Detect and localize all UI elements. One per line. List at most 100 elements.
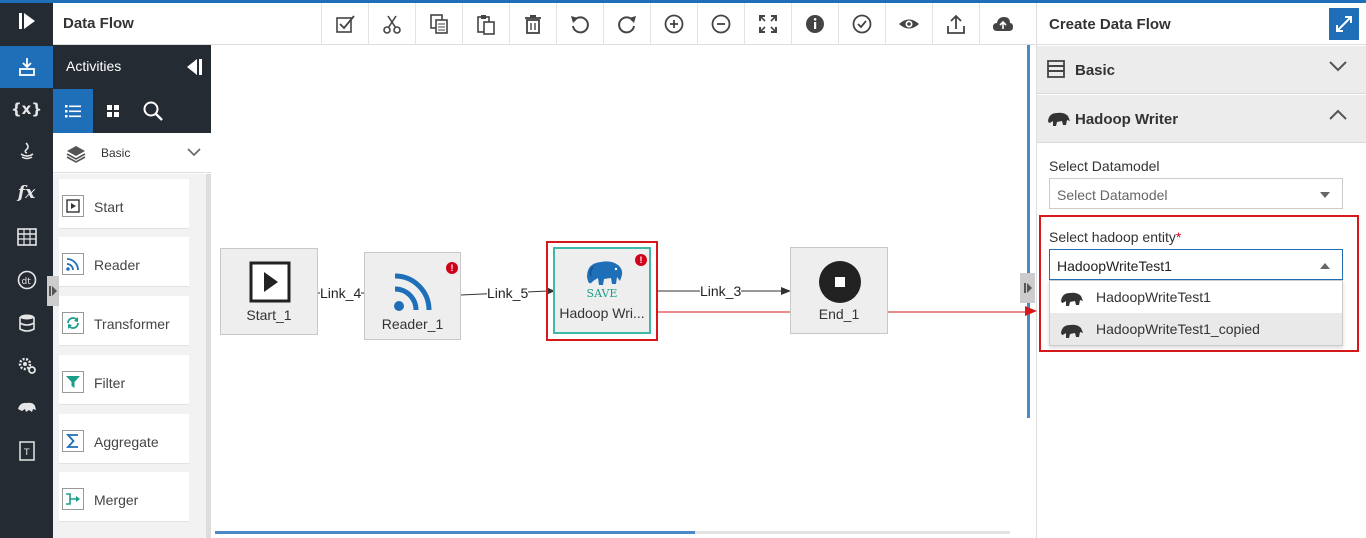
save-badge: SAVE xyxy=(586,287,618,300)
dataflow-nav-icon[interactable] xyxy=(0,46,53,88)
grid-icon xyxy=(107,105,119,117)
link-4-label[interactable]: Link_4 xyxy=(320,285,362,301)
java-nav-icon[interactable] xyxy=(0,130,53,172)
expand-right-icon xyxy=(49,286,57,296)
fit-screen-button[interactable] xyxy=(744,3,791,45)
datatype-nav-icon[interactable]: dt xyxy=(0,259,53,301)
activity-item-start[interactable]: Start xyxy=(59,179,189,229)
zoom-in-button[interactable] xyxy=(650,3,697,45)
deploy-button[interactable] xyxy=(979,3,1026,45)
canvas-scroll-thumb[interactable] xyxy=(215,531,695,534)
error-indicator-icon[interactable]: ! xyxy=(446,262,458,274)
chevron-down-icon xyxy=(187,148,201,157)
entity-dropdown: HadoopWriteTest1 HadoopWriteTest1_copied xyxy=(1049,280,1343,346)
export-button[interactable] xyxy=(932,3,979,45)
list-view-tab[interactable] xyxy=(53,89,93,133)
section-hadoop-writer[interactable]: Hadoop Writer xyxy=(1037,95,1366,143)
zoom-out-button[interactable] xyxy=(697,3,744,45)
main-header: Data Flow xyxy=(53,3,1035,45)
caret-down-icon xyxy=(1320,192,1330,198)
grid-view-tab[interactable] xyxy=(93,89,133,133)
entity-option[interactable]: HadoopWriteTest1 xyxy=(1050,281,1342,313)
info-button[interactable] xyxy=(791,3,838,45)
properties-panel: Create Data Flow Basic Hadoop Writer Sel… xyxy=(1025,3,1366,538)
datamodel-placeholder: Select Datamodel xyxy=(1057,187,1168,203)
node-label: Reader_1 xyxy=(381,316,444,332)
svg-text:dt: dt xyxy=(21,277,31,287)
node-end[interactable]: End_1 xyxy=(790,247,888,334)
cut-button[interactable] xyxy=(368,3,415,45)
error-indicator-icon[interactable]: ! xyxy=(635,254,647,266)
validate-button[interactable] xyxy=(321,3,368,45)
paste-button[interactable] xyxy=(462,3,509,45)
database-nav-icon[interactable] xyxy=(0,302,53,344)
template-nav-icon[interactable]: T xyxy=(0,430,53,472)
node-hadoop-writer[interactable]: SAVE ! Hadoop Wri... xyxy=(553,247,651,334)
node-start[interactable]: Start_1 xyxy=(220,248,318,335)
preview-button[interactable] xyxy=(885,3,932,45)
fullscreen-icon xyxy=(759,15,777,33)
properties-header: Create Data Flow xyxy=(1037,3,1366,45)
page-title: Data Flow xyxy=(63,15,134,32)
upload-icon xyxy=(947,14,965,34)
play-icon xyxy=(249,261,291,303)
hadoop-nav-icon[interactable] xyxy=(0,386,53,428)
collapse-panel-tab[interactable] xyxy=(1020,273,1035,303)
hadoop-elephant-icon xyxy=(587,261,623,285)
entity-select[interactable]: HadoopWriteTest1 xyxy=(1049,249,1343,280)
flow-canvas[interactable]: Start_1 ! Reader_1 SAVE ! Hadoop Wri... … xyxy=(212,45,1027,538)
chevron-up-icon xyxy=(1329,109,1347,120)
expand-activities-tab[interactable] xyxy=(47,276,59,306)
search-activities-tab[interactable] xyxy=(133,89,173,133)
info-icon xyxy=(806,15,824,33)
check-button[interactable] xyxy=(838,3,885,45)
undo-icon xyxy=(571,16,589,34)
entity-input-value[interactable]: HadoopWriteTest1 xyxy=(1057,258,1172,274)
activity-item-merger[interactable]: Merger xyxy=(59,472,189,522)
link-3-label[interactable]: Link_3 xyxy=(700,283,742,299)
canvas-horizontal-scrollbar[interactable] xyxy=(215,531,1010,534)
activity-item-label: Reader xyxy=(94,257,140,273)
activity-item-transformer[interactable]: Transformer xyxy=(59,296,189,346)
activity-item-label: Start xyxy=(94,199,124,215)
activity-item-reader[interactable]: Reader xyxy=(59,237,189,287)
function-nav-icon[interactable]: fx xyxy=(0,172,53,214)
search-icon xyxy=(143,101,163,121)
logo-icon[interactable] xyxy=(0,0,53,42)
redo-button[interactable] xyxy=(603,3,650,45)
settings-nav-icon[interactable] xyxy=(0,344,53,386)
node-label: Hadoop Wri... xyxy=(559,305,645,321)
entity-option[interactable]: HadoopWriteTest1_copied xyxy=(1050,313,1342,345)
redo-icon xyxy=(618,16,636,34)
cloud-upload-icon xyxy=(993,17,1013,31)
activity-item-label: Transformer xyxy=(94,316,170,332)
copy-icon xyxy=(430,14,448,34)
collapse-activities-icon[interactable] xyxy=(185,57,205,80)
svg-text:T: T xyxy=(23,448,30,458)
table-nav-icon[interactable] xyxy=(0,216,53,258)
node-reader[interactable]: ! Reader_1 xyxy=(364,252,461,340)
datamodel-select[interactable]: Select Datamodel xyxy=(1049,178,1343,209)
scissors-icon xyxy=(383,15,401,34)
activities-scrollbar[interactable] xyxy=(206,174,210,538)
expand-right-icon xyxy=(1023,283,1032,293)
activity-item-filter[interactable]: Filter xyxy=(59,355,189,405)
section-hadoop-title: Hadoop Writer xyxy=(1075,111,1179,128)
properties-title: Create Data Flow xyxy=(1049,16,1171,33)
canvas-vertical-scroll-thumb[interactable] xyxy=(1027,45,1030,418)
layers-icon xyxy=(66,146,86,163)
entity-label: Select hadoop entity* xyxy=(1049,229,1182,245)
undo-button[interactable] xyxy=(556,3,603,45)
copy-button[interactable] xyxy=(415,3,462,45)
trash-icon xyxy=(525,15,541,34)
variables-nav-icon[interactable]: {x} xyxy=(0,88,53,130)
section-basic[interactable]: Basic xyxy=(1037,46,1366,94)
activities-list: Start Reader Transformer Filter Aggregat… xyxy=(53,174,211,538)
checkbox-icon xyxy=(336,15,355,33)
activity-item-aggregate[interactable]: Aggregate xyxy=(59,414,189,464)
delete-button[interactable] xyxy=(509,3,556,45)
activity-category-select[interactable]: Basic xyxy=(53,133,211,173)
required-marker: * xyxy=(1175,229,1182,245)
maximize-panel-button[interactable] xyxy=(1329,8,1359,40)
link-5-label[interactable]: Link_5 xyxy=(487,285,529,301)
